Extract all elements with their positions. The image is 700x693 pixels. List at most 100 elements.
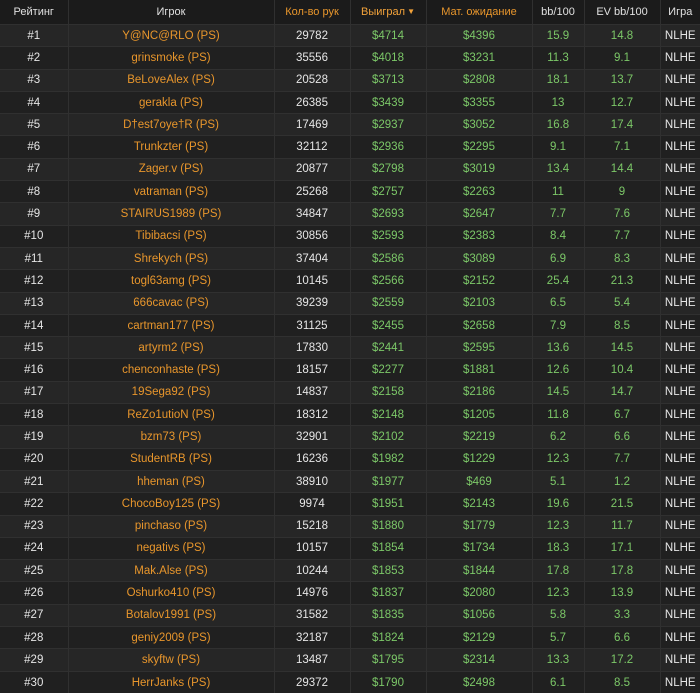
evbb100-cell: 6.6 [584,627,660,649]
player-link[interactable]: vatraman (PS) [68,181,274,203]
evbb100-cell: 14.7 [584,381,660,403]
table-row: #7Zager.v (PS)20877$2798$301913.414.4NLH… [0,158,700,180]
table-row: #20StudentRB (PS)16236$1982$122912.37.7N… [0,448,700,470]
game-cell: NLHE [660,114,700,136]
evbb100-cell: 17.8 [584,560,660,582]
ev-cell: $2103 [426,292,532,314]
hands-cell: 34847 [274,203,350,225]
leaderboard-table: Рейтинг Игрок Кол-во рук Выиграл▼ Мат. о… [0,0,700,693]
table-row: #22ChocoBoy125 (PS)9974$1951$214319.621.… [0,493,700,515]
evbb100-cell: 7.6 [584,203,660,225]
player-link[interactable]: Zager.v (PS) [68,158,274,180]
won-cell: $2798 [350,158,426,180]
evbb100-cell: 14.5 [584,337,660,359]
game-cell: NLHE [660,493,700,515]
table-header: Рейтинг Игрок Кол-во рук Выиграл▼ Мат. о… [0,0,700,25]
player-link[interactable]: geniy2009 (PS) [68,627,274,649]
hands-cell: 10157 [274,537,350,559]
game-cell: NLHE [660,359,700,381]
player-link[interactable]: Trunkzter (PS) [68,136,274,158]
hands-cell: 18312 [274,404,350,426]
won-cell: $1951 [350,493,426,515]
bb100-cell: 17.8 [532,560,584,582]
player-link[interactable]: pinchaso (PS) [68,515,274,537]
player-link[interactable]: negativs (PS) [68,537,274,559]
player-link[interactable]: grinsmoke (PS) [68,47,274,69]
ev-cell: $2186 [426,381,532,403]
ev-cell: $1881 [426,359,532,381]
bb100-cell: 9.1 [532,136,584,158]
bb100-cell: 5.8 [532,604,584,626]
table-row: #6Trunkzter (PS)32112$2936$22959.17.1NLH… [0,136,700,158]
column-header-ev[interactable]: Мат. ожидание [426,0,532,25]
bb100-cell: 6.1 [532,671,584,693]
ev-cell: $1779 [426,515,532,537]
evbb100-cell: 5.4 [584,292,660,314]
won-cell: $1824 [350,627,426,649]
evbb100-cell: 9.1 [584,47,660,69]
player-link[interactable]: chenconhaste (PS) [68,359,274,381]
bb100-cell: 8.4 [532,225,584,247]
column-header-hands[interactable]: Кол-во рук [274,0,350,25]
game-cell: NLHE [660,404,700,426]
evbb100-cell: 8.5 [584,314,660,336]
table-row: #24negativs (PS)10157$1854$173418.317.1N… [0,537,700,559]
player-link[interactable]: BeLoveAlex (PS) [68,69,274,91]
player-link[interactable]: Shrekych (PS) [68,247,274,269]
player-link[interactable]: gerakla (PS) [68,91,274,113]
player-link[interactable]: HerrJanks (PS) [68,671,274,693]
won-cell: $2693 [350,203,426,225]
won-cell: $3439 [350,91,426,113]
rank-cell: #22 [0,493,68,515]
bb100-cell: 6.9 [532,247,584,269]
player-link[interactable]: D†est7oye†R (PS) [68,114,274,136]
evbb100-cell: 17.2 [584,649,660,671]
player-link[interactable]: STAIRUS1989 (PS) [68,203,274,225]
player-link[interactable]: StudentRB (PS) [68,448,274,470]
player-link[interactable]: Tibibacsi (PS) [68,225,274,247]
player-link[interactable]: Oshurko410 (PS) [68,582,274,604]
player-link[interactable]: artyrm2 (PS) [68,337,274,359]
player-link[interactable]: ReZo1utioN (PS) [68,404,274,426]
game-cell: NLHE [660,426,700,448]
bb100-cell: 12.3 [532,582,584,604]
won-cell: $1835 [350,604,426,626]
player-link[interactable]: skyftw (PS) [68,649,274,671]
ev-cell: $2808 [426,69,532,91]
player-link[interactable]: hheman (PS) [68,470,274,492]
won-cell: $4714 [350,25,426,47]
evbb100-cell: 14.4 [584,158,660,180]
evbb100-cell: 7.7 [584,448,660,470]
game-cell: NLHE [660,181,700,203]
player-link[interactable]: togl63amg (PS) [68,270,274,292]
hands-cell: 38910 [274,470,350,492]
player-link[interactable]: cartman177 (PS) [68,314,274,336]
hands-cell: 9974 [274,493,350,515]
ev-cell: $2152 [426,270,532,292]
player-link[interactable]: 19Sega92 (PS) [68,381,274,403]
player-link[interactable]: Y@NC@RLO (PS) [68,25,274,47]
bb100-cell: 18.1 [532,69,584,91]
ev-cell: $2080 [426,582,532,604]
player-link[interactable]: Botalov1991 (PS) [68,604,274,626]
game-cell: NLHE [660,158,700,180]
table-row: #30HerrJanks (PS)29372$1790$24986.18.5NL… [0,671,700,693]
rank-cell: #11 [0,247,68,269]
player-link[interactable]: Mak.Alse (PS) [68,560,274,582]
hands-cell: 32187 [274,627,350,649]
hands-cell: 29782 [274,25,350,47]
ev-cell: $2383 [426,225,532,247]
ev-cell: $3231 [426,47,532,69]
player-link[interactable]: ChocoBoy125 (PS) [68,493,274,515]
ev-cell: $1056 [426,604,532,626]
sort-descending-icon: ▼ [407,7,415,16]
hands-cell: 16236 [274,448,350,470]
evbb100-cell: 21.3 [584,270,660,292]
bb100-cell: 13.4 [532,158,584,180]
player-link[interactable]: 666cavac (PS) [68,292,274,314]
won-cell: $2937 [350,114,426,136]
player-link[interactable]: bzm73 (PS) [68,426,274,448]
column-header-won[interactable]: Выиграл▼ [350,0,426,25]
hands-cell: 14976 [274,582,350,604]
bb100-cell: 12.3 [532,448,584,470]
